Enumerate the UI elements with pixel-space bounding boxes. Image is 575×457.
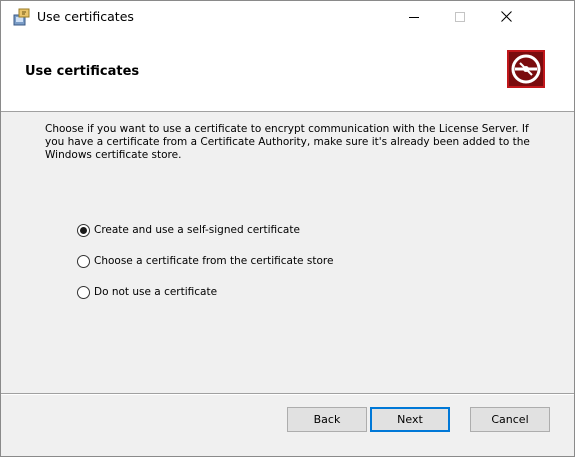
page-title: Use certificates	[25, 64, 140, 79]
description-text: Choose if you want to use a certificate …	[45, 123, 545, 162]
option-label: Choose a certificate from the certificat…	[94, 255, 334, 267]
title-bar[interactable]: Use certificates	[1, 1, 574, 32]
maximize-icon	[455, 7, 465, 26]
maximize-button	[437, 1, 483, 32]
radio-button[interactable]	[77, 254, 90, 268]
back-button[interactable]: Back	[287, 407, 367, 432]
option-self-signed[interactable]: Create and use a self-signed certificate	[77, 222, 300, 238]
option-no-certificate[interactable]: Do not use a certificate	[77, 284, 217, 300]
radio-button[interactable]	[77, 285, 90, 299]
option-label: Create and use a self-signed certificate	[94, 224, 300, 236]
satellite-dish-logo	[507, 50, 545, 88]
close-icon	[500, 7, 512, 26]
radio-button-checked[interactable]	[77, 223, 90, 237]
option-certificate-store[interactable]: Choose a certificate from the certificat…	[77, 253, 333, 269]
option-label: Do not use a certificate	[94, 286, 218, 298]
minimize-icon	[409, 7, 419, 26]
wizard-header: Use certificates	[1, 32, 574, 112]
close-button[interactable]	[483, 1, 529, 32]
window-title: Use certificates	[37, 9, 134, 24]
minimize-button[interactable]	[391, 1, 437, 32]
description-line: you have a certificate from a Certificat…	[45, 136, 530, 148]
installer-icon	[13, 8, 31, 26]
footer-divider	[1, 393, 574, 395]
cancel-button[interactable]: Cancel	[470, 407, 550, 432]
description-line: Windows certificate store.	[45, 149, 182, 161]
next-button[interactable]: Next	[370, 407, 450, 432]
description-line: Choose if you want to use a certificate …	[45, 123, 529, 135]
installer-window: Use certificates Use certificates Choose…	[0, 0, 575, 457]
